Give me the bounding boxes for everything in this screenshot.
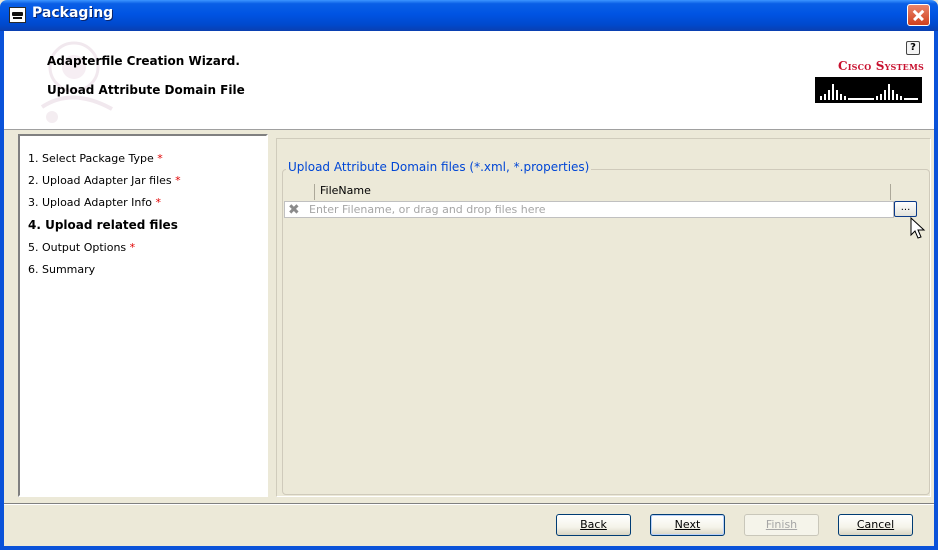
step-item: 1. Select Package Type * — [28, 152, 163, 165]
required-mark: * — [175, 174, 181, 187]
finish-button[interactable]: Finish — [744, 514, 819, 536]
cisco-bridge-icon — [815, 77, 922, 103]
step-label: 3. Upload Adapter Info — [28, 196, 152, 209]
file-table: FileName ✖ — [284, 182, 928, 218]
step-label: 1. Select Package Type — [28, 152, 154, 165]
back-button[interactable]: Back — [556, 514, 631, 536]
step-item: 5. Output Options * — [28, 241, 135, 254]
column-divider — [314, 184, 315, 200]
watermark-graphic-icon — [40, 41, 113, 123]
column-header-filename: FileName — [320, 184, 371, 197]
help-icon[interactable]: ? — [906, 41, 920, 55]
window-title: Packaging — [32, 5, 114, 21]
cancel-button-label: Cancel — [856, 518, 895, 531]
step-label: 2. Upload Adapter Jar files — [28, 174, 172, 187]
required-mark: * — [157, 152, 163, 165]
step-item: 2. Upload Adapter Jar files * — [28, 174, 181, 187]
cancel-button[interactable]: Cancel — [838, 514, 913, 536]
cisco-logo: Cisco Systems — [812, 59, 924, 107]
title-bar: Packaging — [0, 0, 938, 31]
remove-file-icon[interactable]: ✖ — [288, 203, 306, 217]
packaging-window-icon — [9, 7, 26, 23]
step-item: 6. Summary — [28, 263, 95, 276]
next-button-label: Next — [674, 518, 701, 531]
step-label: 6. Summary — [28, 263, 96, 276]
required-mark: * — [155, 196, 162, 209]
wizard-title: Adapterfile Creation Wizard. — [47, 54, 240, 68]
step-item: 3. Upload Adapter Info * — [28, 196, 161, 209]
steps-panel: 1. Select Package Type * 2. Upload Adapt… — [18, 134, 268, 497]
back-button-label: Back — [580, 518, 607, 531]
browse-button[interactable]: ... — [894, 201, 917, 217]
step-item-current: 4. Upload related files — [28, 218, 178, 232]
logo-text: Cisco Systems — [837, 59, 924, 73]
window-frame-right — [934, 31, 938, 550]
upload-group-label: Upload Attribute Domain files (*.xml, *.… — [286, 160, 592, 174]
step-title: Upload Attribute Domain File — [47, 83, 245, 97]
close-icon[interactable] — [907, 4, 930, 26]
step-label: 5. Output Options — [28, 241, 127, 254]
column-divider — [890, 184, 891, 200]
table-row: ✖ — [284, 201, 894, 218]
footer-divider-highlight — [4, 504, 934, 505]
step-label: 4. Upload related files — [28, 218, 178, 232]
finish-button-label: Finish — [765, 518, 798, 531]
filename-input[interactable] — [309, 202, 889, 217]
mouse-pointer-icon — [910, 217, 926, 239]
required-mark: * — [129, 241, 136, 254]
wizard-header: Adapterfile Creation Wizard. Upload Attr… — [4, 31, 934, 130]
window-frame-bottom — [0, 546, 938, 550]
next-button[interactable]: Next — [650, 514, 725, 536]
